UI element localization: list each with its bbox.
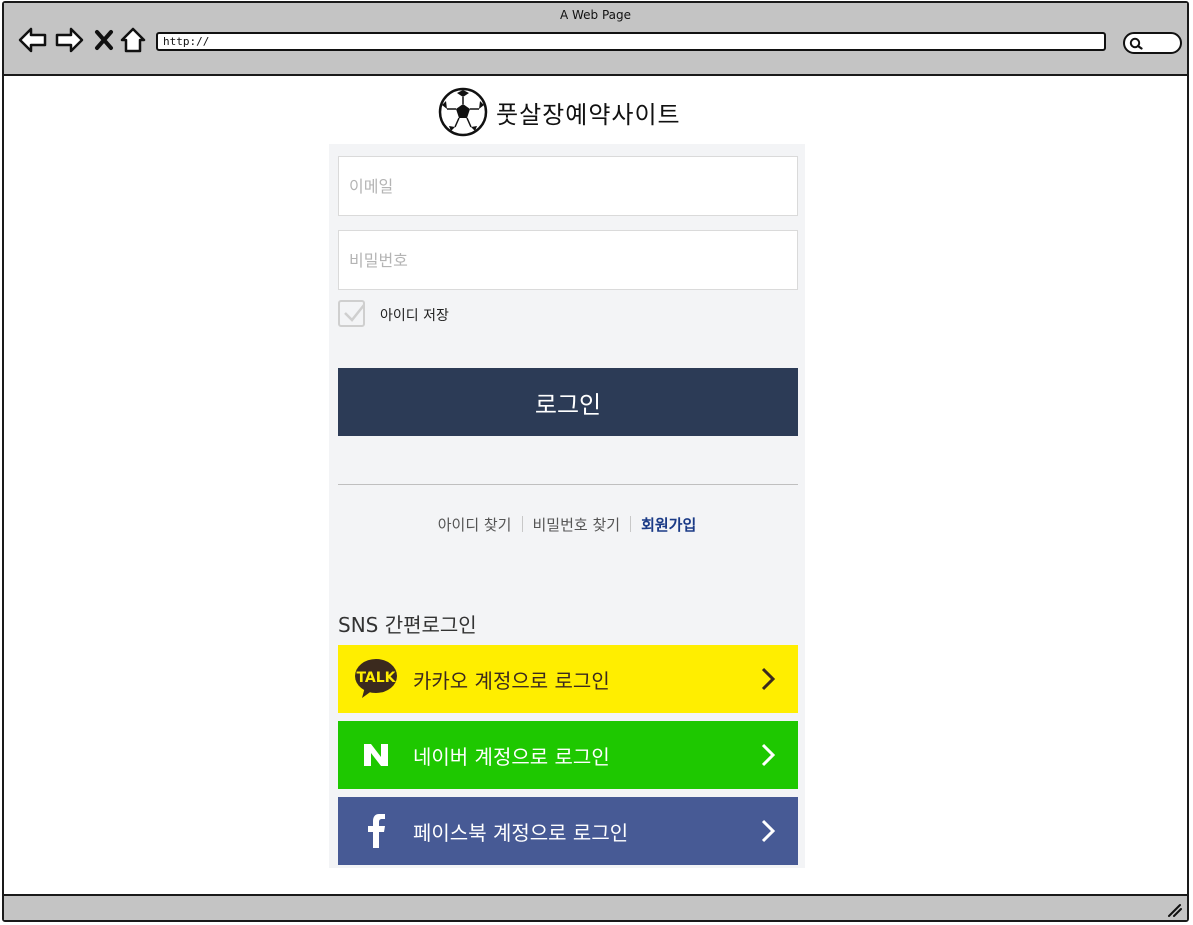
password-field[interactable] (338, 230, 798, 290)
browser-status-bar (4, 894, 1187, 920)
facebook-login-label: 페이스북 계정으로 로그인 (413, 820, 629, 845)
find-id-link[interactable]: 아이디 찾기 (438, 516, 512, 534)
remember-id-checkbox[interactable] (338, 300, 365, 327)
address-bar[interactable]: http:// (156, 32, 1106, 51)
browser-search-box[interactable] (1123, 32, 1182, 54)
back-arrow-icon[interactable] (18, 25, 48, 55)
account-links: 아이디 찾기 비밀번호 찾기 회원가입 (329, 514, 805, 535)
close-icon[interactable] (90, 25, 120, 55)
login-button[interactable]: 로그인 (338, 368, 798, 436)
kakao-login-label: 카카오 계정으로 로그인 (413, 668, 610, 693)
facebook-f-icon (367, 814, 385, 848)
divider (338, 484, 798, 485)
chevron-right-icon (761, 743, 776, 767)
chevron-right-icon (761, 819, 776, 843)
email-field[interactable] (338, 156, 798, 216)
naver-login-label: 네이버 계정으로 로그인 (413, 744, 610, 769)
find-password-link[interactable]: 비밀번호 찾기 (533, 516, 621, 534)
kakao-talk-icon: TALK (354, 659, 397, 698)
naver-n-icon (363, 744, 388, 766)
login-panel: 아이디 저장 로그인 아이디 찾기 비밀번호 찾기 회원가입 SNS 간편로그인 T… (329, 144, 805, 868)
resize-grip-icon[interactable] (1167, 903, 1183, 917)
chevron-right-icon (761, 667, 776, 691)
browser-toolbar: A Web Page http:// (4, 3, 1187, 76)
facebook-login-button[interactable]: 페이스북 계정으로 로그인 (338, 797, 798, 865)
forward-arrow-icon[interactable] (54, 25, 84, 55)
kakao-badge-text: TALK (356, 670, 396, 686)
naver-login-button[interactable]: 네이버 계정으로 로그인 (338, 721, 798, 789)
sns-login-title: SNS 간편로그인 (338, 613, 477, 637)
home-icon[interactable] (118, 25, 148, 55)
signup-link[interactable]: 회원가입 (641, 516, 696, 534)
kakao-login-button[interactable]: TALK 카카오 계정으로 로그인 (338, 645, 798, 713)
search-icon (1129, 37, 1143, 50)
soccer-ball-icon (438, 87, 488, 137)
link-separator (521, 516, 523, 532)
site-logo[interactable]: 풋살장예약사이트 (438, 87, 681, 137)
remember-id-label[interactable]: 아이디 저장 (380, 305, 449, 325)
site-title: 풋살장예약사이트 (496, 100, 681, 129)
link-separator (630, 516, 632, 532)
checkmark-icon (344, 304, 365, 322)
window-title: A Web Page (559, 8, 632, 22)
